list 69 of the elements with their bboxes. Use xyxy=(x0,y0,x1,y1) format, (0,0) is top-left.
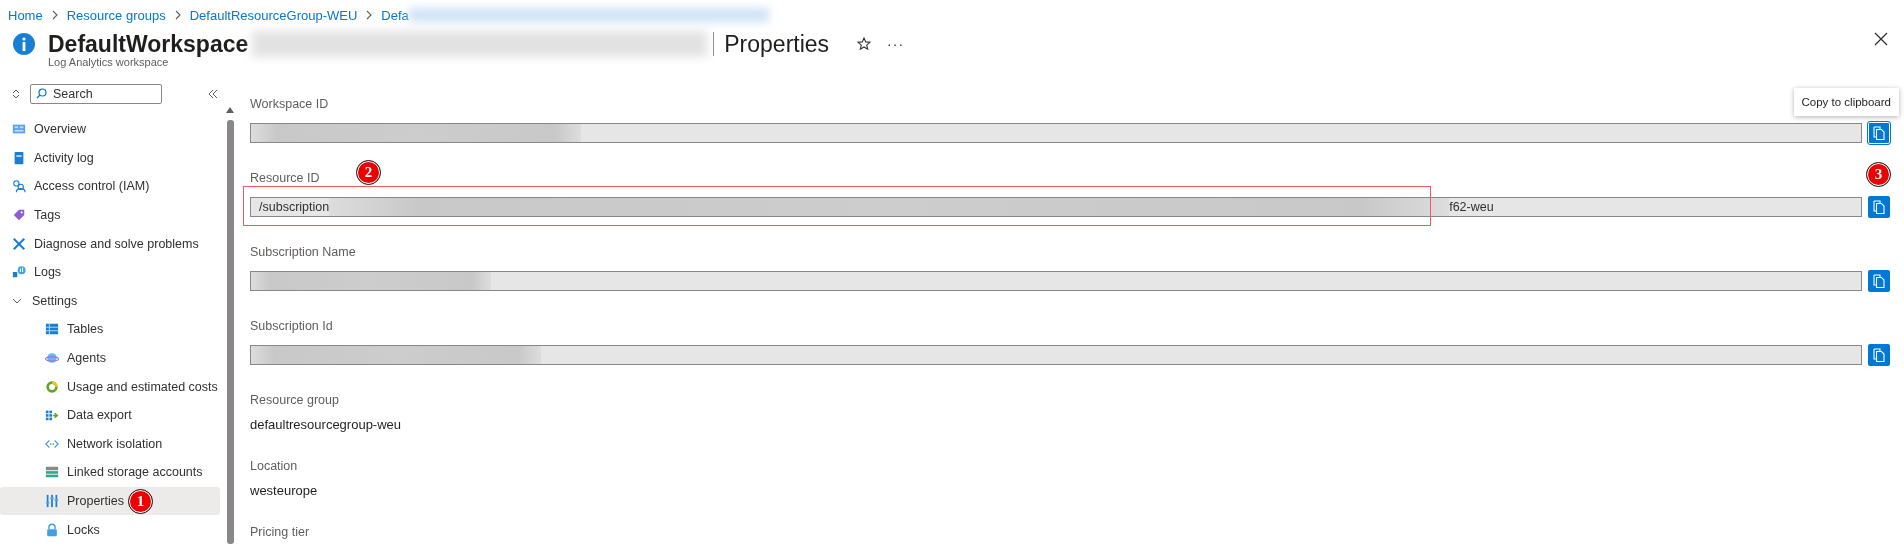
copy-button[interactable] xyxy=(1868,344,1890,366)
more-button[interactable]: ··· xyxy=(885,36,907,52)
ring-icon xyxy=(45,379,59,394)
copy-icon xyxy=(1873,126,1885,140)
nav-item[interactable]: Properties 1 xyxy=(0,486,220,516)
sort-icon[interactable] xyxy=(12,89,20,99)
nav-item[interactable]: Tables xyxy=(0,315,220,344)
info-icon xyxy=(12,32,36,56)
nav-item[interactable]: Usage and estimated costs xyxy=(0,372,220,401)
bars-icon xyxy=(45,494,59,508)
field-value: westeurope xyxy=(250,482,319,500)
table-icon xyxy=(45,322,59,337)
chevron-icon xyxy=(173,10,182,20)
star-icon[interactable] xyxy=(857,37,872,51)
field-label: Resource group xyxy=(250,392,339,408)
field-label: Pricing tier xyxy=(250,524,310,540)
copy-icon xyxy=(1873,274,1885,288)
breadcrumb-link[interactable]: Defa xyxy=(381,7,409,23)
chevron-icon xyxy=(50,10,59,20)
people-icon xyxy=(12,179,26,194)
copy-icon xyxy=(1873,348,1885,362)
nav-item[interactable]: Diagnose and solve problems xyxy=(0,229,220,258)
number-badge: 2 xyxy=(356,160,381,185)
field-label: Subscription Id xyxy=(250,318,333,334)
chart-icon xyxy=(12,265,26,280)
export-icon xyxy=(45,408,59,423)
text-field[interactable] xyxy=(250,345,1862,365)
number-badge: 3 xyxy=(1866,162,1891,187)
field-value: defaultresourcegroup-weu xyxy=(250,416,403,434)
copy-icon xyxy=(1873,200,1885,214)
chevron-icon xyxy=(365,10,374,20)
page-title: Properties xyxy=(724,30,830,58)
globe-icon xyxy=(45,351,59,366)
nav-item[interactable]: Network isolation xyxy=(0,429,220,459)
resource-type: Log Analytics workspace xyxy=(47,56,169,68)
breadcrumb-link[interactable]: Home xyxy=(8,7,43,23)
field-label: Resource ID xyxy=(250,170,320,186)
collapse-icon[interactable] xyxy=(208,89,218,99)
nav-item[interactable]: Settings xyxy=(0,286,220,316)
scrollbar-thumb[interactable] xyxy=(226,120,234,544)
nav-item[interactable]: Agents xyxy=(0,343,220,373)
nav-item[interactable]: Activity log xyxy=(0,143,220,173)
close-icon[interactable] xyxy=(1874,32,1888,46)
resource-title: DefaultWorkspace xyxy=(48,30,249,58)
book-icon xyxy=(12,150,26,165)
nav-item[interactable]: Linked storage accounts xyxy=(0,458,220,487)
copy-button[interactable] xyxy=(1868,270,1890,292)
nav-item[interactable]: Overview xyxy=(0,115,220,144)
nav-item[interactable]: Tags xyxy=(0,200,220,230)
nav-item[interactable]: Data export xyxy=(0,400,220,430)
lock-icon xyxy=(45,522,59,537)
tag-icon xyxy=(12,208,26,223)
storage-icon xyxy=(45,465,59,480)
field-label: Location xyxy=(250,458,298,474)
text-field[interactable]: /subscription f62-weu xyxy=(250,197,1862,217)
scroll-up-icon[interactable] xyxy=(226,107,234,113)
breadcrumb-link[interactable]: Resource groups xyxy=(66,7,166,23)
nav-item[interactable]: Logs xyxy=(0,257,220,287)
search-field[interactable]: Search xyxy=(30,84,162,104)
number-badge: 1 xyxy=(128,488,153,514)
nav-item[interactable]: Locks xyxy=(0,515,220,544)
nav-item[interactable]: Access control (IAM) xyxy=(0,172,220,201)
field-label: Subscription Name xyxy=(250,244,356,260)
breadcrumb-link[interactable]: DefaultResourceGroup-WEU xyxy=(189,7,358,23)
search-icon xyxy=(36,88,47,99)
tooltip: Copy to clipboard xyxy=(1793,88,1899,116)
text-field[interactable] xyxy=(250,271,1862,291)
field-label: Workspace ID xyxy=(250,96,329,112)
text-field[interactable] xyxy=(250,123,1862,143)
